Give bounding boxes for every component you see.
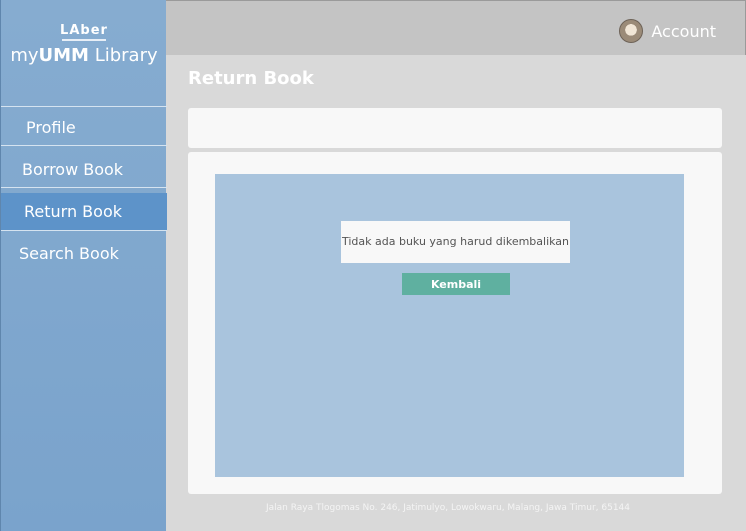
sidebar: LAber myUMM Library Profile Borrow Book …: [0, 0, 167, 531]
app-logo[interactable]: LAber myUMM Library: [1, 24, 167, 67]
account-label: Account: [651, 21, 716, 41]
logo-mark-underline: [62, 39, 106, 41]
sidebar-item-label: Borrow Book: [22, 160, 124, 179]
nav-divider: [1, 187, 167, 188]
top-header: Account: [166, 0, 746, 55]
footer-address: Jalan Raya Tlogomas No. 246, Jatimulyo, …: [265, 503, 631, 513]
sidebar-item-label: Profile: [26, 118, 76, 137]
empty-message: Tidak ada buku yang harud dikembalikan: [341, 221, 570, 263]
content-card: Tidak ada buku yang harud dikembalikan K…: [188, 152, 722, 494]
sidebar-item-profile[interactable]: Profile: [1, 109, 167, 147]
page-title: Return Book: [188, 68, 314, 89]
sidebar-item-return-book[interactable]: Return Book: [1, 193, 167, 231]
logo-text: myUMM Library: [10, 45, 158, 66]
sidebar-item-borrow-book[interactable]: Borrow Book: [1, 151, 167, 189]
nav-divider: [1, 106, 167, 107]
sidebar-item-search-book[interactable]: Search Book: [1, 235, 167, 273]
avatar-icon: [619, 19, 644, 43]
return-panel: Tidak ada buku yang harud dikembalikan K…: [215, 174, 684, 477]
nav-divider: [1, 145, 167, 146]
sidebar-item-label: Return Book: [24, 202, 122, 221]
nav-divider: [1, 230, 167, 231]
logo-mark: LAber: [60, 23, 108, 38]
kembali-button[interactable]: Kembali: [402, 273, 510, 295]
account-menu[interactable]: Account: [619, 18, 716, 44]
sidebar-item-label: Search Book: [19, 244, 119, 263]
top-card: [188, 108, 722, 148]
